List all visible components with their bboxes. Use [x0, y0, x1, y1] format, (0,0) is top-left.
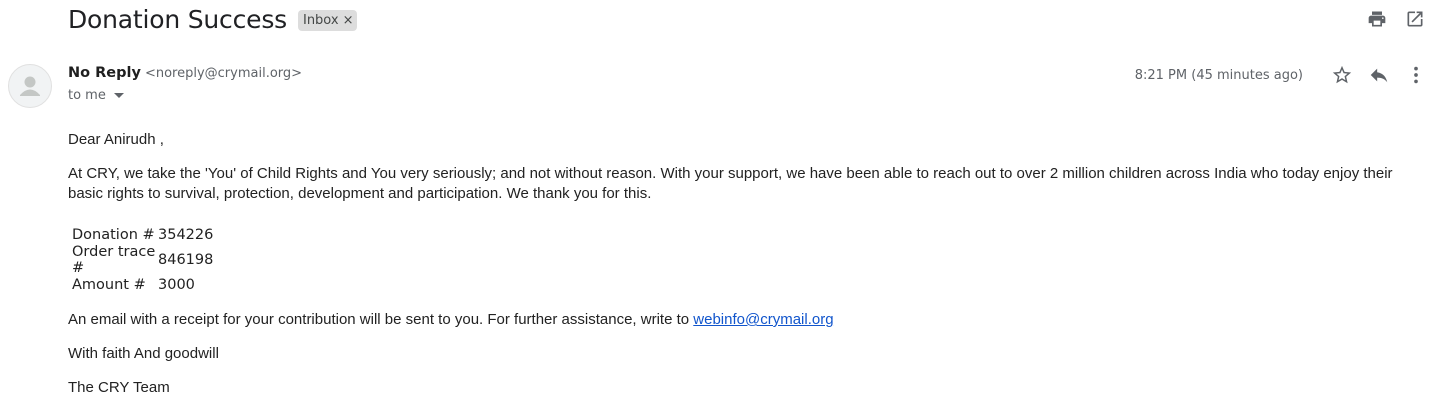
print-all-button[interactable] [1365, 7, 1389, 31]
donation-details-table: Donation # 354226 Order trace # 846198 A… [72, 222, 213, 297]
detail-label: Amount # [72, 276, 146, 293]
more-vertical-icon [1414, 66, 1418, 84]
greeting: Dear Anirudh , [68, 131, 164, 148]
caret-down-icon [113, 93, 124, 98]
assistance-text: An email with a receipt for your contrib… [68, 311, 690, 328]
message-meta: 8:21 PM (45 minutes ago) [1135, 63, 1428, 87]
detail-row-amount: Amount # 3000 [72, 272, 213, 297]
detail-value: 3000 [158, 276, 195, 293]
email-subject: Donation Success [68, 4, 287, 34]
star-button[interactable] [1330, 63, 1354, 87]
open-in-new-window-button[interactable] [1403, 7, 1427, 31]
detail-label: Order trace # [72, 243, 156, 276]
recipient-text: to me [68, 88, 106, 103]
show-details-button[interactable] [113, 88, 124, 103]
default-person-icon [20, 76, 40, 96]
body-paragraph-1: At CRY, we take the 'You' of Child Right… [68, 165, 1393, 202]
label-chip-text: Inbox [302, 12, 339, 28]
detail-label: Donation # [72, 226, 155, 243]
sender-email: <noreply@crymail.org> [144, 66, 303, 81]
body-paragraph-2: An email with a receipt for your contrib… [68, 310, 1408, 330]
closing-line: With faith And goodwill [68, 345, 219, 362]
sender-avatar[interactable] [8, 64, 52, 108]
inbox-label-chip[interactable]: Inbox × [297, 9, 358, 31]
reply-icon [1370, 68, 1388, 83]
detail-value: 846198 [158, 251, 214, 268]
detail-row-order-trace: Order trace # 846198 [72, 244, 214, 276]
subject-row: Donation Success Inbox × [68, 2, 358, 36]
print-icon [1368, 11, 1386, 27]
star-icon [1332, 65, 1352, 84]
sender-row: No Reply <noreply@crymail.org> [68, 65, 302, 81]
support-email-link[interactable]: webinfo@crymail.org [693, 311, 833, 328]
signature: The CRY Team [68, 379, 170, 396]
top-actions [1365, 7, 1427, 31]
more-options-button[interactable] [1404, 63, 1428, 87]
timestamp: 8:21 PM (45 minutes ago) [1134, 67, 1303, 83]
remove-label-button[interactable]: × [343, 13, 354, 28]
reply-button[interactable] [1367, 63, 1391, 87]
detail-value: 354226 [158, 226, 214, 243]
recipient-row: to me [68, 88, 124, 103]
sender-name[interactable]: No Reply [68, 65, 141, 81]
open-in-new-window-icon [1407, 11, 1423, 27]
